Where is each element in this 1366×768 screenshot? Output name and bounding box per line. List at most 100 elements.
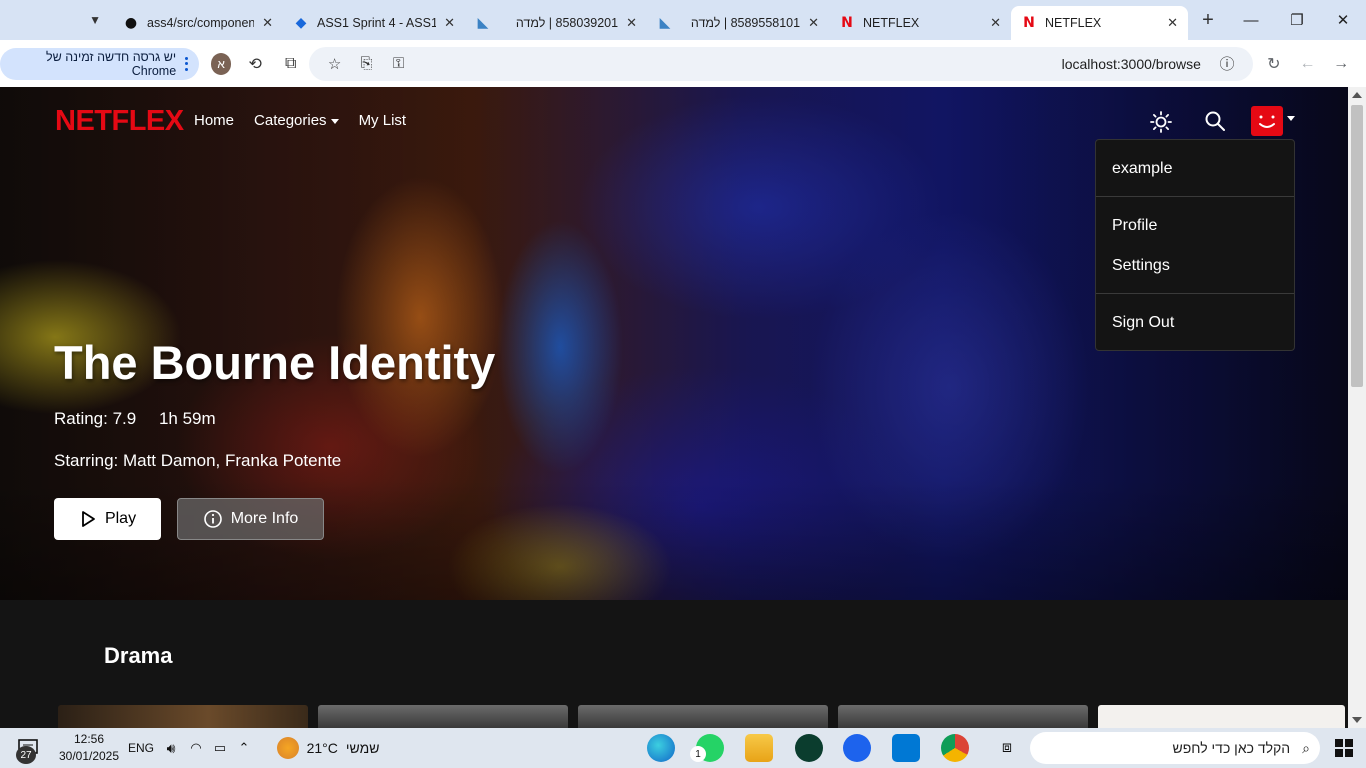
close-tab-icon[interactable]: ✕ (444, 15, 455, 31)
chevron-down-icon (330, 118, 339, 124)
clock[interactable]: 12:56 30/01/2025 (54, 728, 124, 768)
weather-widget[interactable]: 21°C שמשי (272, 728, 384, 768)
jira-favicon-icon: ◆ (295, 15, 307, 31)
dropdown-divider (1096, 196, 1294, 197)
close-window-button[interactable]: ✕ (1320, 0, 1366, 40)
nav-categories-link[interactable]: Categories (254, 112, 339, 129)
scrollbar-thumb[interactable] (1351, 105, 1363, 387)
performance-icon[interactable]: ⟲ (237, 46, 273, 82)
close-tab-icon[interactable]: ✕ (1167, 15, 1178, 31)
new-tab-button[interactable]: + (1188, 0, 1228, 40)
update-text: יש גרסה חדשה זמינה של Chrome (45, 49, 177, 78)
close-tab-icon[interactable]: ✕ (990, 15, 1001, 31)
address-bar[interactable]: ⓘ localhost:3000/browse ⚿ ⎘ ☆ (308, 46, 1253, 81)
tab-netflex[interactable]: ✕ NETFLEX N (829, 6, 1011, 40)
url-text[interactable]: localhost:3000/browse (1062, 56, 1201, 72)
dropdown-profile-item[interactable]: Profile (1112, 217, 1157, 235)
whatsapp-badge: 1 (690, 746, 706, 762)
netflix-favicon-icon: N (1023, 15, 1035, 31)
close-tab-icon[interactable]: ✕ (808, 15, 819, 31)
close-tab-icon[interactable]: ✕ (262, 15, 273, 31)
sun-icon[interactable] (1149, 110, 1173, 134)
start-windows-icon[interactable] (1326, 728, 1362, 768)
hero-title: The Bourne Identity (54, 336, 496, 389)
mongodb-app-icon[interactable] (795, 734, 823, 762)
profile-avatar-icon[interactable] (1251, 106, 1283, 136)
profile-caret-icon[interactable] (1287, 116, 1295, 121)
dropdown-settings-item[interactable]: Settings (1112, 257, 1170, 275)
chrome-app-icon[interactable] (941, 734, 969, 762)
taskbar-search[interactable]: ⌕ הקלד כאן כדי לחפש (1030, 732, 1320, 764)
movie-card[interactable] (838, 705, 1088, 728)
password-key-icon[interactable]: ⚿ (383, 49, 415, 79)
vertical-scrollbar[interactable] (1348, 87, 1366, 728)
movie-card[interactable] (578, 705, 828, 728)
close-tab-icon[interactable]: ✕ (626, 15, 637, 31)
play-button[interactable]: Play (54, 498, 161, 540)
window-controls: ✕ ❐ — (1228, 0, 1366, 40)
tab-lemida-2[interactable]: ✕ 858039201 | למדה ◣ (465, 6, 647, 40)
bookmark-star-icon[interactable]: ☆ (319, 49, 351, 79)
movie-card[interactable] (1098, 705, 1345, 728)
more-info-button[interactable]: More Info (177, 498, 324, 540)
file-explorer-app-icon[interactable] (745, 734, 773, 762)
install-app-icon[interactable]: ⎘ (351, 49, 383, 79)
dropdown-username: example (1112, 160, 1173, 177)
clock-date: 30/01/2025 (58, 749, 120, 763)
browser-tab-strip: ✕ ❐ — + ✕ NETFLEX N ✕ NETFLEX N ✕ 858955… (0, 0, 1366, 40)
lemida-favicon-icon: ◣ (659, 15, 671, 31)
tab-netflex-active[interactable]: ✕ NETFLEX N (1011, 6, 1188, 40)
forward-arrow-icon[interactable]: → (1324, 46, 1358, 82)
profile-avatar[interactable]: א (210, 52, 232, 75)
wifi-icon[interactable]: ◠ (184, 728, 208, 768)
clock-time: 12:56 (73, 732, 105, 746)
dropdown-signout-item[interactable]: Sign Out (1112, 314, 1174, 332)
restore-window-button[interactable]: ❐ (1274, 0, 1320, 40)
search-icon[interactable] (1204, 110, 1226, 132)
play-label: Play (104, 510, 137, 527)
extensions-icon[interactable]: ⧉ (273, 46, 309, 82)
docker-app-icon[interactable] (843, 734, 871, 762)
tab-title: ass4/src/components (147, 16, 255, 30)
nav-categories-label: Categories (254, 112, 327, 129)
search-placeholder: הקלד כאן כדי לחפש (1172, 740, 1291, 756)
play-icon (82, 511, 95, 527)
volume-icon[interactable]: 🔊︎ (158, 728, 184, 768)
task-view-icon[interactable]: ⧈ (990, 728, 1024, 768)
scroll-down-icon[interactable] (1352, 717, 1362, 723)
show-hidden-icons-chevron-icon[interactable]: ⌃ (232, 728, 256, 768)
site-info-icon[interactable]: ⓘ (1211, 49, 1243, 79)
tab-jira[interactable]: ✕ ASS1 Sprint 4 - ASS1 ◆ (283, 6, 465, 40)
nav-home-link[interactable]: Home (194, 112, 234, 129)
minimize-window-button[interactable]: — (1228, 0, 1274, 40)
edge-app-icon[interactable] (647, 734, 675, 762)
notification-count-badge: 27 (16, 746, 36, 764)
movie-card[interactable] (318, 705, 568, 728)
search-icon: ⌕ (1302, 739, 1310, 756)
lemida-favicon-icon: ◣ (477, 15, 489, 31)
movie-card[interactable] (58, 705, 308, 728)
hero-starring: Starring: Matt Damon, Franka Potente (54, 451, 342, 470)
language-indicator[interactable]: ENG (126, 728, 156, 768)
nav-mylist-link[interactable]: My List (359, 112, 407, 129)
weather-temp: 21°C (306, 740, 338, 756)
dropdown-divider (1096, 293, 1294, 294)
tab-lemida-1[interactable]: ✕ 8589558101 | למדה ◣ (647, 6, 829, 40)
more-info-label: More Info (230, 510, 299, 527)
weather-desc: שמשי (345, 740, 380, 756)
reload-icon[interactable]: ↻ (1257, 46, 1291, 82)
vscode-app-icon[interactable] (892, 734, 920, 762)
tab-title: NETFLEX (1045, 16, 1102, 30)
tab-title: 8589558101 | למדה (690, 16, 801, 30)
scroll-up-icon[interactable] (1352, 92, 1362, 98)
netflex-logo[interactable]: NETFLEX (55, 105, 184, 138)
tab-title: ASS1 Sprint 4 - ASS1 (317, 16, 437, 30)
back-arrow-icon[interactable]: ← (1291, 46, 1325, 82)
hero-meta: Rating: 7.9 1h 59m (54, 409, 234, 429)
tab-search-chevron-icon[interactable]: ▼ (77, 0, 113, 40)
github-favicon-icon: ● (124, 15, 138, 31)
windows-taskbar: 27 12:56 30/01/2025 ENG 🔊︎ ◠ ▭ ⌃ 21°C שמ… (0, 728, 1366, 768)
chrome-update-button[interactable]: יש גרסה חדשה זמינה של Chrome (0, 47, 199, 80)
battery-icon[interactable]: ▭ (208, 728, 232, 768)
tab-github[interactable]: ✕ ass4/src/components ● (113, 6, 283, 40)
